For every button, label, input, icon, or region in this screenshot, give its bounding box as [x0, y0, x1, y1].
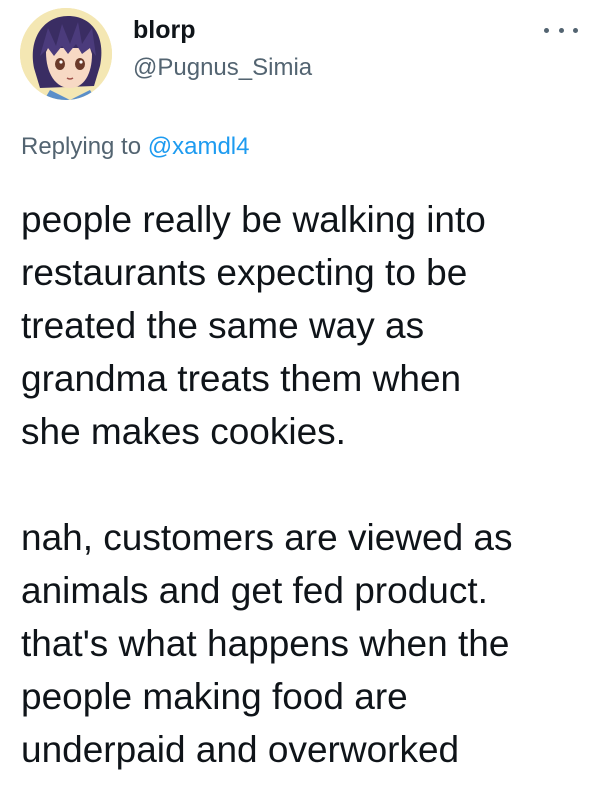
tweet-text: people really be walking into restaurant… — [21, 193, 591, 776]
avatar[interactable] — [20, 8, 112, 100]
tweet-line: people making food are — [21, 676, 408, 717]
display-name[interactable]: blorp — [133, 15, 196, 45]
more-options-icon — [558, 27, 564, 33]
user-handle[interactable]: @Pugnus_Simia — [133, 53, 312, 83]
reply-mention-link[interactable]: @xamdl4 — [148, 133, 250, 160]
more-options-icon — [544, 27, 549, 33]
tweet: blorp @Pugnus_Simia Replying to @xamdl4 … — [0, 0, 599, 785]
tweet-paragraph: nah, customers are viewed as animals and… — [21, 511, 591, 776]
tweet-line: treated the same way as — [21, 305, 425, 346]
tweet-paragraph: people really be walking into restaurant… — [21, 193, 591, 458]
more-options-icon — [573, 27, 578, 33]
tweet-line: that's what happens when the — [21, 623, 510, 664]
tweet-line: animals and get fed product. — [21, 570, 488, 611]
tweet-line: grandma treats them when — [21, 358, 462, 399]
anime-character-avatar-icon — [20, 8, 112, 100]
tweet-line: restaurants expecting to be — [21, 252, 468, 293]
replying-to-label: Replying to — [21, 133, 142, 160]
tweet-line: people really be walking into — [21, 199, 486, 240]
tweet-line: underpaid and overworked — [21, 729, 460, 770]
tweet-line: nah, customers are viewed as — [21, 517, 513, 558]
replying-to: Replying to @xamdl4 — [21, 132, 249, 162]
tweet-line: she makes cookies. — [21, 411, 346, 452]
more-options-button[interactable] — [544, 20, 578, 40]
